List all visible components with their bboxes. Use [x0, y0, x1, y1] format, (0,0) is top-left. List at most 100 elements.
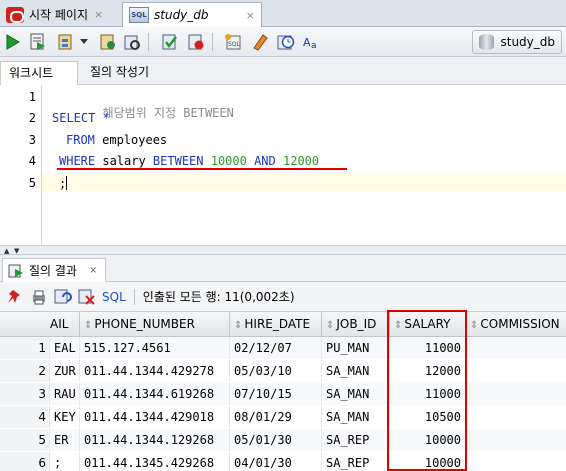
print-icon[interactable] — [30, 288, 48, 306]
sort-icon: ⇕ — [326, 320, 335, 331]
email-cell[interactable]: KEY — [50, 406, 80, 428]
phone-cell[interactable]: 011.44.1345.429268 — [80, 452, 230, 471]
table-row[interactable]: 2 ZUR 011.44.1344.429278 05/03/10 SA_MAN… — [0, 360, 566, 382]
line-number-gutter: 1 2 3 4 5 — [0, 85, 40, 245]
column-header[interactable]: ⇕ PHONE_NUMBER — [80, 312, 230, 337]
row-number: 5 — [0, 429, 50, 451]
column-header[interactable]: ⇕ HIRE_DATE — [230, 312, 322, 337]
row-number: 2 — [0, 360, 50, 382]
explain-plan-icon[interactable] — [56, 32, 76, 52]
column-header[interactable]: AIL — [0, 312, 80, 337]
refresh-icon[interactable] — [54, 288, 72, 306]
collapse-down-icon[interactable]: ▼ — [14, 247, 19, 255]
job-id-cell[interactable]: SA_MAN — [322, 406, 390, 428]
sql-link[interactable]: SQL — [102, 290, 126, 304]
line-number: 3 — [28, 133, 36, 147]
sort-icon: ⇕ — [84, 320, 93, 331]
collapse-up-icon[interactable]: ▲ — [4, 247, 9, 255]
email-cell[interactable]: ZUR — [50, 360, 80, 382]
tab-query-builder[interactable]: 질의 작성기 — [82, 61, 157, 85]
phone-cell[interactable]: 011.44.1344.619268 — [80, 383, 230, 405]
text-caret — [66, 176, 68, 190]
pane-splitter[interactable]: ▲ ▼ — [0, 245, 566, 255]
row-number: 3 — [0, 383, 50, 405]
close-icon[interactable]: × — [94, 8, 103, 21]
code-line-3: FROM employees — [66, 133, 167, 147]
close-icon[interactable]: × — [246, 9, 255, 22]
hire-date-cell[interactable]: 07/10/15 — [230, 383, 322, 405]
job-id-cell[interactable]: SA_MAN — [322, 360, 390, 382]
sort-icon: ⇕ — [234, 320, 243, 331]
phone-cell[interactable]: 515.127.4561 — [80, 337, 230, 359]
tab-label: 질의 결과 — [29, 264, 77, 278]
job-id-cell[interactable]: SA_REP — [322, 452, 390, 471]
code-line-2: SELECT * — [52, 111, 110, 125]
column-header[interactable]: ⇕ COMMISSION — [466, 312, 566, 337]
tab-query-result[interactable]: 질의 결과 × — [2, 258, 106, 282]
autotrace-icon[interactable] — [98, 32, 118, 52]
row-number: 4 — [0, 406, 50, 428]
table-name: employees — [94, 133, 168, 147]
export-icon[interactable] — [78, 288, 96, 306]
email-cell[interactable]: RAU — [50, 383, 80, 405]
close-icon[interactable]: × — [89, 265, 97, 276]
svg-text:A: A — [303, 36, 311, 49]
email-cell[interactable]: ; — [50, 452, 80, 471]
hire-date-cell[interactable]: 05/01/30 — [230, 429, 322, 451]
number-literal: 12000 — [275, 154, 320, 168]
table-row[interactable]: 4 KEY 011.44.1344.429018 08/01/29 SA_MAN… — [0, 406, 566, 428]
hire-date-cell[interactable]: 05/03/10 — [230, 360, 322, 382]
run-icon[interactable] — [3, 32, 23, 52]
connection-selector[interactable]: study_db — [472, 30, 562, 54]
hire-date-cell[interactable]: 04/01/30 — [230, 452, 322, 471]
tab-worksheet[interactable]: 워크시트 — [0, 61, 78, 85]
table-row[interactable]: 6 ; 011.44.1345.429268 04/01/30 SA_REP 1… — [0, 452, 566, 471]
salary-highlight-box — [387, 310, 467, 471]
code-line-4: WHERE salary BETWEEN 10000 AND 12000 — [59, 154, 319, 168]
line-number: 5 — [28, 176, 36, 190]
pin-icon[interactable] — [6, 288, 24, 306]
tab-start-page[interactable]: 시작 페이지 × — [0, 2, 120, 27]
rollback-icon[interactable] — [186, 32, 206, 52]
code-line-5: ; — [59, 176, 68, 191]
clear-icon[interactable] — [250, 32, 270, 52]
query-result-icon — [8, 264, 23, 277]
keyword-where: WHERE — [59, 154, 96, 168]
phone-cell[interactable]: 011.44.1344.129268 — [80, 429, 230, 451]
hire-date-cell[interactable]: 08/01/29 — [230, 406, 322, 428]
oracle-icon — [6, 6, 24, 23]
table-row[interactable]: 5 ER 011.44.1344.129268 05/01/30 SA_REP … — [0, 429, 566, 451]
phone-cell[interactable]: 011.44.1344.429278 — [80, 360, 230, 382]
job-id-cell[interactable]: SA_REP — [322, 429, 390, 451]
keyword-and: AND — [254, 154, 276, 168]
line-number: 1 — [28, 90, 36, 104]
tab-study-db[interactable]: SQL study_db × — [122, 2, 262, 27]
tab-label: 시작 페이지 — [29, 8, 89, 22]
job-id-cell[interactable]: SA_MAN — [322, 383, 390, 405]
current-line-highlight — [0, 173, 566, 191]
svg-text:SQL: SQL — [228, 41, 241, 48]
column-header[interactable]: ⇕ JOB_ID — [322, 312, 390, 337]
result-tab-bar: 질의 결과 × — [0, 255, 566, 282]
commit-icon[interactable] — [160, 32, 180, 52]
phone-cell[interactable]: 011.44.1344.429018 — [80, 406, 230, 428]
email-cell[interactable]: ER — [50, 429, 80, 451]
hire-date-cell[interactable]: 02/12/07 — [230, 337, 322, 359]
query-builder-icon[interactable] — [122, 32, 142, 52]
row-number: 1 — [0, 337, 50, 359]
keyword-select: SELECT — [52, 111, 96, 125]
unshared-sql-icon[interactable]: SQL — [224, 32, 244, 52]
worksheet-toolbar: SQL Aa study_db — [0, 27, 566, 57]
table-row[interactable]: 3 RAU 011.44.1344.619268 07/10/15 SA_MAN… — [0, 383, 566, 405]
table-row[interactable]: 1 EAL 515.127.4561 02/12/07 PU_MAN 11000 — [0, 337, 566, 359]
history-icon[interactable] — [276, 32, 296, 52]
email-cell[interactable]: EAL — [50, 337, 80, 359]
job-id-cell[interactable]: PU_MAN — [322, 337, 390, 359]
result-grid[interactable]: AIL ⇕ PHONE_NUMBER ⇕ HIRE_DATE ⇕ JOB_ID ⇕ SA… — [0, 312, 566, 471]
tab-label: study_db — [154, 8, 209, 22]
run-script-icon[interactable] — [28, 32, 48, 52]
sql-editor[interactable]: 1 2 3 4 5 -- 해당범위 지정 BETWEEN SELECT * FR… — [0, 85, 566, 245]
chevron-down-icon[interactable] — [78, 32, 90, 52]
format-icon[interactable]: Aa — [302, 32, 322, 52]
svg-text:a: a — [311, 41, 317, 51]
